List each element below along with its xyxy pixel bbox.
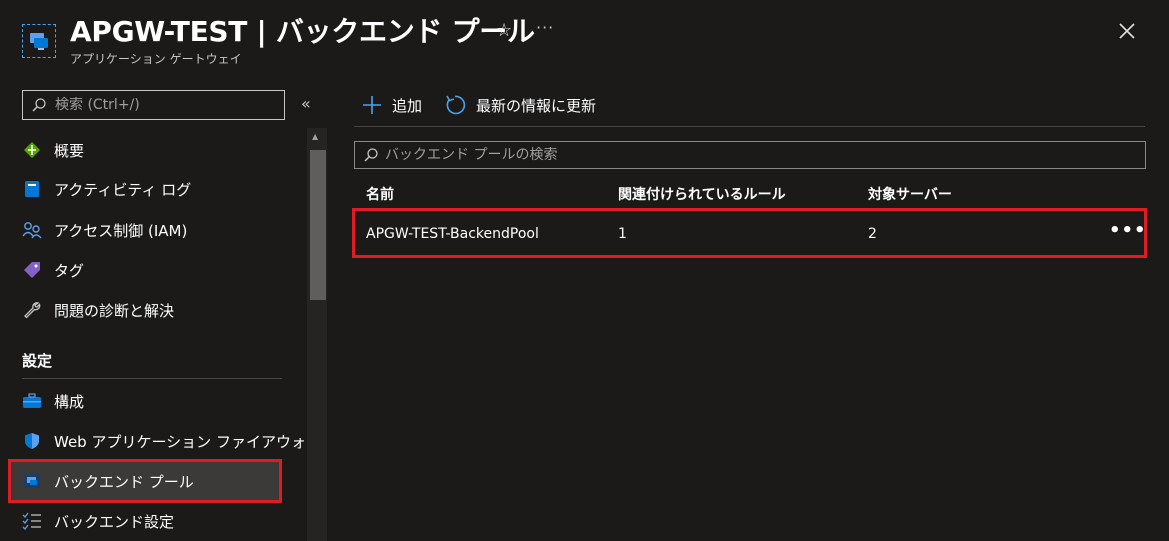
iam-icon <box>22 220 42 240</box>
refresh-button[interactable]: 最新の情報に更新 <box>444 94 596 116</box>
sidebar-item-label: 問題の診断と解決 <box>54 301 175 320</box>
sidebar-item-label: アクセス制御 (IAM) <box>54 221 188 240</box>
add-button[interactable]: 追加 <box>362 95 422 116</box>
close-icon[interactable] <box>1116 20 1138 42</box>
sidebar-item-label: 構成 <box>54 392 85 411</box>
page-subtitle: アプリケーション ゲートウェイ <box>70 52 242 66</box>
scroll-up-arrow-icon[interactable]: ▲ <box>312 132 318 141</box>
column-header-rules[interactable]: 関連付けられているルール <box>618 184 786 204</box>
wrench-icon <box>22 300 42 320</box>
search-icon <box>364 148 378 162</box>
checklist-icon <box>22 511 42 531</box>
plus-icon <box>363 96 381 114</box>
sidebar-scroll-thumb[interactable] <box>310 150 326 300</box>
page-title: APGW-TEST | バックエンド プール <box>70 15 535 48</box>
activity-log-icon <box>22 179 42 199</box>
overview-icon <box>22 140 42 160</box>
sidebar-item-tags[interactable]: タグ <box>10 250 280 290</box>
application-gateway-icon <box>22 24 56 58</box>
search-icon <box>32 98 46 112</box>
add-button-label: 追加 <box>392 96 423 115</box>
sidebar-item-activity-log[interactable]: アクティビティ ログ <box>10 169 280 209</box>
settings-section-label: 設定 <box>22 352 53 370</box>
sidebar-item-label: 概要 <box>54 141 85 160</box>
sidebar-item-diagnose[interactable]: 問題の診断と解決 <box>10 290 280 330</box>
sidebar-item-label: タグ <box>54 261 85 280</box>
shield-icon <box>22 431 42 451</box>
targets-count-cell: 2 <box>868 226 877 242</box>
sidebar-item-label: バックエンド設定 <box>54 512 175 531</box>
sidebar-item-label: Web アプリケーション ファイアウォール <box>54 432 336 451</box>
briefcase-icon <box>22 391 42 411</box>
rules-count-cell: 1 <box>618 226 627 242</box>
sidebar-item-backend-settings[interactable]: バックエンド設定 <box>10 501 280 541</box>
command-bar: 追加 最新の情報に更新 <box>362 92 618 118</box>
tag-icon <box>22 260 42 280</box>
sidebar-item-backend-pools[interactable]: バックエンド プール <box>8 459 282 503</box>
sidebar-item-label: アクティビティ ログ <box>54 180 192 199</box>
section-divider <box>22 378 282 379</box>
table-row[interactable]: APGW-TEST-BackendPool 1 2 ••• <box>352 208 1147 258</box>
backend-pool-search[interactable] <box>354 141 1146 169</box>
refresh-icon <box>446 95 466 115</box>
sidebar-item-overview[interactable]: 概要 <box>10 130 280 170</box>
toolbar-divider <box>354 126 1145 127</box>
ellipsis-icon[interactable]: ··· <box>536 18 554 37</box>
backend-pool-search-input[interactable] <box>385 147 1135 163</box>
sidebar-search[interactable] <box>22 90 285 120</box>
sidebar-item-iam[interactable]: アクセス制御 (IAM) <box>10 210 280 250</box>
collapse-sidebar-button[interactable]: « <box>301 94 311 113</box>
sidebar: « 概要 アクティビティ ログ アクセス制御 (IAM) タグ 問題の診断と解決… <box>0 78 336 541</box>
refresh-button-label: 最新の情報に更新 <box>476 96 597 115</box>
sidebar-item-waf[interactable]: Web アプリケーション ファイアウォール <box>10 421 336 461</box>
pool-name-cell[interactable]: APGW-TEST-BackendPool <box>366 226 539 242</box>
star-icon[interactable]: ☆ <box>496 20 512 41</box>
column-header-name[interactable]: 名前 <box>366 184 394 204</box>
sidebar-search-input[interactable] <box>55 97 280 113</box>
sidebar-item-label: バックエンド プール <box>54 472 194 491</box>
sidebar-item-configuration[interactable]: 構成 <box>10 381 280 421</box>
row-more-icon[interactable]: ••• <box>1109 220 1147 241</box>
backend-pool-icon <box>22 471 42 491</box>
main-content: 追加 最新の情報に更新 名前 関連付けられているルール 対象サーバー APGW-… <box>328 78 1169 541</box>
blade-header: APGW-TEST | バックエンド プール アプリケーション ゲートウェイ ☆… <box>0 0 1169 78</box>
column-header-targets[interactable]: 対象サーバー <box>868 184 952 204</box>
